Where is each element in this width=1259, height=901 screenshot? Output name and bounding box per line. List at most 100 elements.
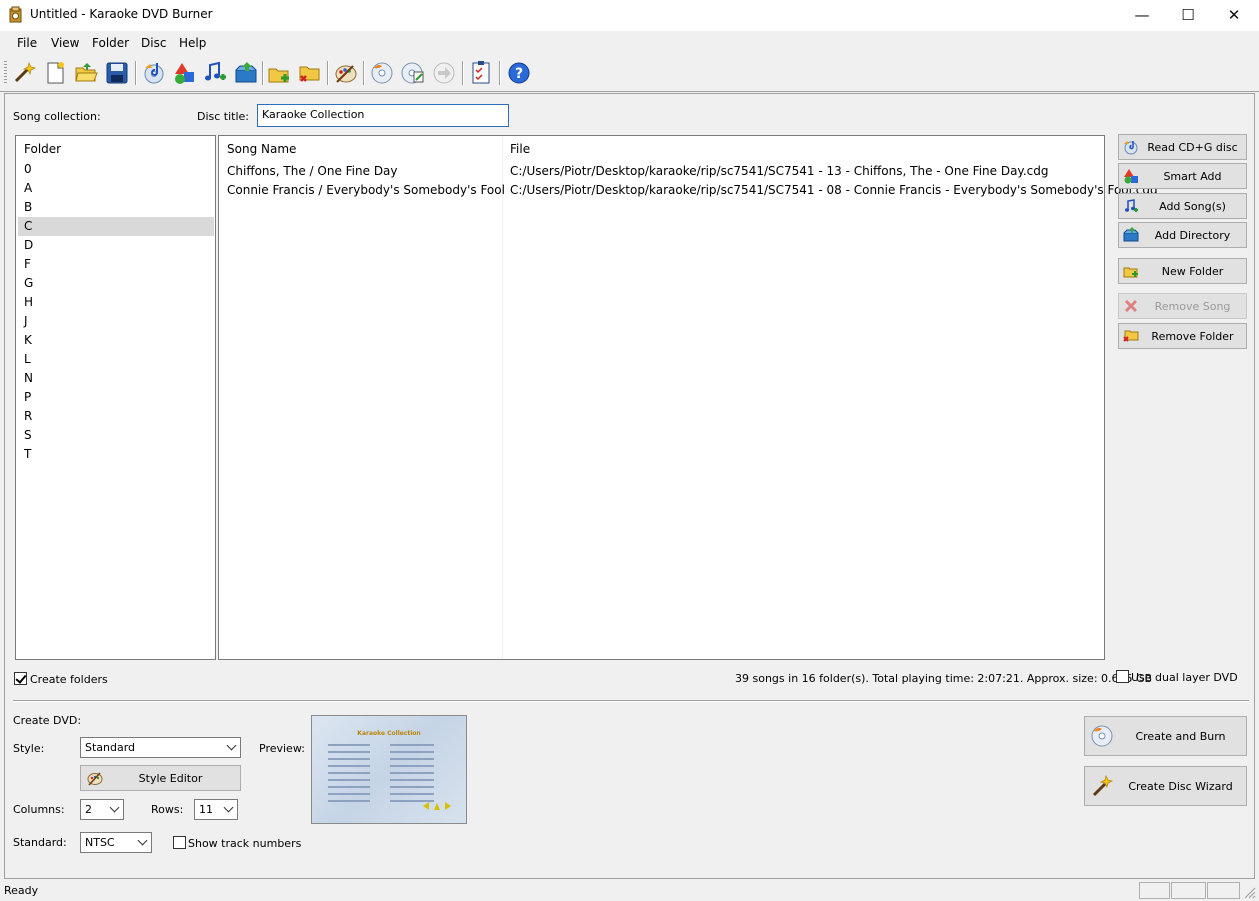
folder-item[interactable]: H <box>18 293 214 312</box>
song-name-cell[interactable]: Chiffons, The / One Fine Day <box>227 164 398 178</box>
save-icon[interactable] <box>104 60 130 86</box>
menu-help[interactable]: Help <box>179 36 206 50</box>
columns-label: Columns: <box>13 803 65 816</box>
folder-item[interactable]: T <box>18 445 214 464</box>
song-name-column-header[interactable]: Song Name <box>227 142 296 156</box>
song-list[interactable]: Song Name File Chiffons, The / One Fine … <box>218 135 1158 660</box>
help-icon[interactable]: ? <box>506 60 532 86</box>
folder-item[interactable]: B <box>18 198 214 217</box>
song-file-cell[interactable]: C:/Users/Piotr/Desktop/karaoke/rip/sc754… <box>510 183 1158 197</box>
style-value: Standard <box>85 741 136 754</box>
title-bar: Untitled - Karaoke DVD Burner — ☐ ✕ <box>0 0 1259 31</box>
dual-layer-checkbox[interactable] <box>1116 670 1129 683</box>
status-panel <box>1139 882 1170 899</box>
toolbar-separator <box>262 61 264 85</box>
new-folder-button[interactable]: New Folder <box>1118 258 1247 284</box>
preview-label: Preview: <box>259 742 305 755</box>
remove-folder-button[interactable]: Remove Folder <box>1118 323 1247 349</box>
read-cdg-icon <box>1124 141 1138 155</box>
folder-item[interactable]: R <box>18 407 214 426</box>
forward-icon[interactable] <box>431 60 457 86</box>
add-directory-button[interactable]: Add Directory <box>1118 222 1247 248</box>
toolbar-separator <box>462 61 464 85</box>
folder-item-selected[interactable]: C <box>18 217 214 236</box>
close-button[interactable]: ✕ <box>1211 0 1257 31</box>
preview-entry <box>390 751 434 753</box>
add-song-icon[interactable] <box>202 60 228 86</box>
smart-add-button[interactable]: Smart Add <box>1118 163 1247 189</box>
add-songs-button[interactable]: Add Song(s) <box>1118 193 1247 219</box>
open-folder-icon[interactable] <box>73 60 99 86</box>
columns-select[interactable]: 2 <box>80 799 124 820</box>
read-cdg-icon[interactable] <box>142 60 168 86</box>
checklist-icon[interactable] <box>468 60 494 86</box>
smart-add-icon[interactable] <box>172 60 198 86</box>
style-select[interactable]: Standard <box>80 737 241 758</box>
disc-title-input[interactable]: Karaoke Collection <box>257 104 509 127</box>
folder-item[interactable]: A <box>18 179 214 198</box>
song-name-cell[interactable]: Connie Francis / Everybody's Somebody's … <box>227 183 505 197</box>
menu-disc[interactable]: Disc <box>141 36 166 50</box>
remove-icon <box>1124 299 1138 313</box>
chevron-down-icon <box>226 740 237 751</box>
dual-layer-label[interactable]: Use dual layer DVD <box>1131 671 1238 684</box>
show-track-numbers-label[interactable]: Show track numbers <box>188 837 301 850</box>
create-and-burn-button[interactable]: Create and Burn <box>1084 716 1247 756</box>
wizard-icon[interactable] <box>11 60 37 86</box>
remove-song-label: Remove Song <box>1154 300 1231 313</box>
rows-label: Rows: <box>151 803 184 816</box>
new-folder-icon[interactable] <box>266 60 292 86</box>
status-panel <box>1171 882 1206 899</box>
song-file-cell[interactable]: C:/Users/Piotr/Desktop/karaoke/rip/sc754… <box>510 164 1048 178</box>
folder-item[interactable]: S <box>18 426 214 445</box>
menu-file[interactable]: File <box>17 36 37 50</box>
menu-preview: Karaoke Collection <box>311 715 467 824</box>
menu-folder[interactable]: Folder <box>92 36 129 50</box>
style-editor-button[interactable]: Style Editor <box>80 765 241 791</box>
folder-item[interactable]: J <box>18 312 214 331</box>
toolbar-grip[interactable] <box>4 61 7 85</box>
style-label: Style: <box>13 742 45 755</box>
folder-item[interactable]: N <box>18 369 214 388</box>
menu-view[interactable]: View <box>51 36 79 50</box>
add-song-icon <box>1125 199 1138 212</box>
folder-item[interactable]: K <box>18 331 214 350</box>
folder-item[interactable]: F <box>18 255 214 274</box>
preview-entry <box>390 744 434 746</box>
create-disc-wizard-label: Create Disc Wizard <box>1128 780 1233 793</box>
folder-item[interactable]: P <box>18 388 214 407</box>
maximize-button[interactable]: ☐ <box>1165 0 1211 31</box>
svg-text:?: ? <box>515 66 523 82</box>
add-songs-label: Add Song(s) <box>1159 200 1226 213</box>
file-column-header[interactable]: File <box>510 142 530 156</box>
minimize-button[interactable]: — <box>1119 0 1165 31</box>
create-folders-label[interactable]: Create folders <box>30 673 108 686</box>
toolbar: ? <box>0 56 1259 92</box>
create-folders-checkbox[interactable] <box>14 672 27 685</box>
column-divider[interactable] <box>502 136 503 659</box>
style-editor-icon[interactable] <box>333 60 359 86</box>
folder-item[interactable]: D <box>18 236 214 255</box>
create-disc-wizard-button[interactable]: Create Disc Wizard <box>1084 766 1247 806</box>
read-cdg-button[interactable]: Read CD+G disc <box>1118 134 1247 160</box>
burn-settings-icon[interactable] <box>400 60 426 86</box>
add-directory-icon <box>1123 227 1139 242</box>
folder-item[interactable]: L <box>18 350 214 369</box>
create-burn-icon[interactable] <box>369 60 395 86</box>
resize-grip-icon[interactable] <box>1243 886 1256 899</box>
new-document-icon[interactable] <box>42 60 68 86</box>
folder-column-header[interactable]: Folder <box>24 142 61 156</box>
remove-song-button[interactable]: Remove Song <box>1118 293 1247 319</box>
folder-list[interactable]: Folder 0 A B C D F G H J K L N P R S T <box>15 135 216 660</box>
new-folder-label: New Folder <box>1161 265 1224 278</box>
folder-item[interactable]: 0 <box>18 160 214 179</box>
show-track-numbers-checkbox[interactable] <box>173 836 186 849</box>
columns-value: 2 <box>85 803 92 816</box>
rows-select[interactable]: 11 <box>194 799 238 820</box>
app-icon <box>9 6 22 23</box>
folder-item[interactable]: G <box>18 274 214 293</box>
preview-entry <box>390 793 434 795</box>
standard-select[interactable]: NTSC <box>80 832 152 853</box>
remove-folder-icon[interactable] <box>297 60 323 86</box>
add-directory-icon[interactable] <box>233 60 259 86</box>
